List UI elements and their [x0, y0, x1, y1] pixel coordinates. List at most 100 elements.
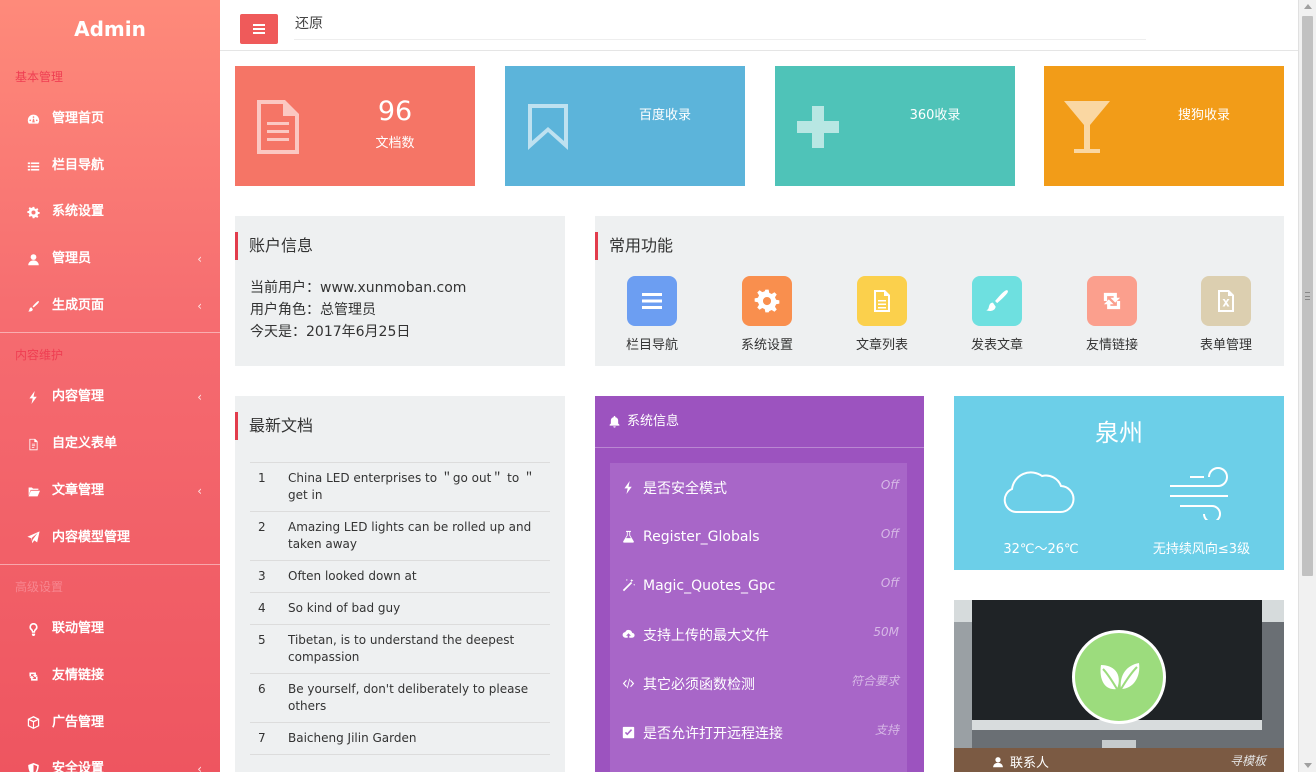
gear-icon — [26, 206, 40, 220]
table-row[interactable]: 4 So kind of bad guy — [250, 593, 550, 625]
table-row[interactable]: 1 China LED enterprises to ＂go out＂ to ＂g… — [250, 463, 550, 512]
sidebar-item-nav[interactable]: 栏目导航 — [0, 143, 220, 190]
system-info-list: 是否安全模式 Off Register_Globals Off Magic_Qu… — [610, 463, 907, 772]
cocktail-icon — [1058, 96, 1116, 158]
stat-number: 96 — [377, 96, 413, 127]
sidebar-item-ads[interactable]: 广告管理 — [0, 700, 220, 747]
sidebar-item-label: 自定义表单 — [52, 436, 118, 452]
contact-label: 联系人 — [1010, 756, 1050, 771]
sidebar-item-label: 系统设置 — [52, 204, 105, 220]
sys-label: Register_Globals — [643, 528, 760, 545]
func-label: 友情链接 — [1085, 338, 1138, 353]
sys-value: 符合要求 — [850, 674, 899, 688]
sidebar-item-security[interactable]: 安全设置 ‹ — [0, 746, 220, 772]
sidebar-item-linkage[interactable]: 联动管理 — [0, 606, 220, 653]
wind-icon — [1170, 467, 1228, 520]
brand-logo[interactable]: Admin — [0, 0, 220, 58]
menu-toggle-button[interactable] — [240, 14, 278, 44]
brush-icon — [972, 276, 1022, 326]
page-scrollbar[interactable] — [1298, 0, 1316, 772]
doc-title[interactable]: So kind of bad guy — [288, 600, 550, 617]
sidebar-item-articles[interactable]: 文章管理 ‹ — [0, 468, 220, 515]
stat-label: 搜狗收录 — [1177, 108, 1230, 123]
stat-tile-docs[interactable]: 96 文档数 — [235, 66, 475, 186]
sidebar-section-title: 内容维护 — [15, 348, 64, 363]
sidebar-item-label: 文章管理 — [52, 482, 105, 498]
list-item: 其它必须函数检测 符合要求 — [610, 659, 907, 708]
sidebar-item-label: 管理首页 — [52, 111, 105, 126]
sidebar-item-generate[interactable]: 生成页面 ‹ — [0, 283, 220, 330]
doc-title[interactable]: Tibetan, is to understand the deepest co… — [288, 632, 550, 666]
lightbulb-icon — [26, 623, 40, 637]
table-row[interactable]: 7 Baicheng Jilin Garden — [250, 723, 550, 755]
sidebar-item-label: 栏目导航 — [52, 157, 105, 173]
sidebar-item-content[interactable]: 内容管理 ‹ — [0, 374, 220, 421]
bookmark-icon — [519, 96, 577, 158]
stat-tile-sogou[interactable]: 搜狗收录 — [1044, 66, 1284, 186]
stat-label: 百度收录 — [638, 108, 691, 123]
sidebar-item-content-model[interactable]: 内容模型管理 — [0, 515, 220, 562]
flask-icon — [623, 530, 634, 543]
func-publish-article[interactable]: 发表文章 — [957, 276, 1037, 353]
doc-title[interactable]: China LED enterprises to ＂go out＂ to ＂ge… — [288, 470, 550, 504]
sys-value: Off — [880, 576, 899, 590]
stat-tile-baidu[interactable]: 百度收录 — [505, 66, 745, 186]
topbar: 还原 — [220, 0, 1298, 51]
cloud-icon — [1003, 471, 1075, 514]
checkbox-icon — [622, 726, 635, 739]
system-info-header: 系统信息 — [595, 396, 924, 448]
func-nav[interactable]: 栏目导航 — [612, 276, 692, 353]
sys-value: 50M — [873, 625, 899, 639]
plus-icon — [789, 96, 847, 158]
account-panel: 账户信息 当前用户：www.xunmoban.com 用户角色：总管理员 今天是… — [235, 216, 565, 366]
sidebar-item-label: 友情链接 — [52, 667, 105, 683]
doc-title[interactable]: Baicheng Jilin Garden — [288, 730, 550, 747]
sidebar-item-custom-form[interactable]: 自定义表单 — [0, 421, 220, 468]
sidebar-item-admin[interactable]: 管理员 ‹ — [0, 236, 220, 283]
func-settings[interactable]: 系统设置 — [727, 276, 807, 353]
sys-value: Off — [880, 478, 899, 492]
contact-card: 联系人 寻模板 — [954, 600, 1284, 772]
weather-temp: 32℃～26℃ — [1003, 542, 1079, 557]
sys-value: 支持 — [874, 723, 899, 737]
stat-tile-360[interactable]: 360收录 — [775, 66, 1015, 186]
doc-title[interactable]: Be yourself, don't deliberately to pleas… — [288, 681, 550, 715]
sidebar-divider — [0, 332, 220, 334]
func-friend-links[interactable]: 友情链接 — [1072, 276, 1152, 353]
gear-icon — [742, 276, 792, 326]
scroll-down-arrow-icon[interactable] — [1304, 763, 1312, 768]
table-row[interactable]: 2 Amazing LED lights can be rolled up and… — [250, 512, 550, 561]
func-label: 文章列表 — [855, 338, 908, 353]
panel-title: 账户信息 — [235, 232, 313, 260]
contact-person[interactable]: 联系人 — [992, 752, 1049, 771]
current-user: 当前用户：www.xunmoban.com — [250, 280, 467, 296]
doc-list: 1 China LED enterprises to ＂go out＂ to ＂g… — [250, 462, 550, 755]
list-item: 是否允许打开远程连接 支持 — [610, 708, 907, 757]
list-item: 是否安全模式 Off — [610, 463, 907, 512]
document-icon — [249, 96, 307, 158]
sidebar-item-settings[interactable]: 系统设置 — [0, 189, 220, 236]
restore-link[interactable]: 还原 — [294, 10, 1146, 40]
func-article-list[interactable]: 文章列表 — [842, 276, 922, 353]
folder-icon — [26, 484, 40, 498]
sidebar-divider — [0, 564, 220, 566]
scroll-up-arrow-icon[interactable] — [1304, 4, 1312, 9]
leaf-logo-icon — [1072, 630, 1166, 724]
func-form-manage[interactable]: 表单管理 — [1186, 276, 1266, 353]
sidebar-item-dashboard[interactable]: 管理首页 — [0, 96, 220, 143]
doc-title[interactable]: Often looked down at — [288, 568, 550, 585]
bolt-icon — [624, 481, 632, 494]
table-row[interactable]: 6 Be yourself, don't deliberately to plea… — [250, 674, 550, 723]
row-number: 5 — [258, 633, 266, 647]
panel-title: 常用功能 — [595, 232, 673, 260]
list-icon — [26, 159, 40, 173]
doc-title[interactable]: Amazing LED lights can be rolled up and … — [288, 519, 550, 553]
retweet-icon — [26, 669, 40, 683]
sidebar-item-label: 安全设置 — [52, 761, 105, 772]
table-row[interactable]: 3 Often looked down at — [250, 561, 550, 593]
chevron-left-icon: ‹ — [197, 298, 202, 313]
table-row[interactable]: 5 Tibetan, is to understand the deepest c… — [250, 625, 550, 674]
sidebar-item-friend-links[interactable]: 友情链接 — [0, 653, 220, 700]
sys-label: 支持上传的最大文件 — [643, 627, 769, 644]
user-role: 用户角色：总管理员 — [250, 302, 376, 318]
